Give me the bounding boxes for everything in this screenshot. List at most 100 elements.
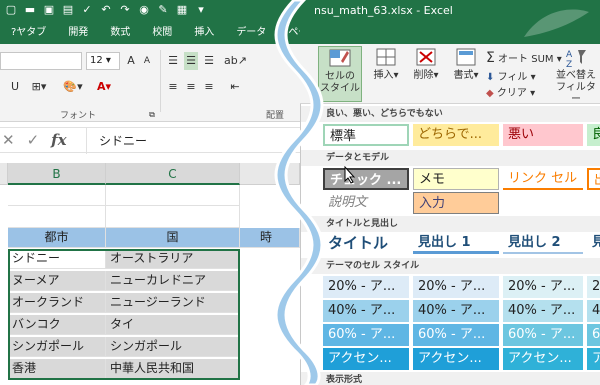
shrink-font-icon[interactable]: A [140,52,154,70]
style-40-accent3[interactable]: 40% - ア... [503,300,583,322]
indent-icon[interactable]: ⇤ [224,78,246,96]
underline-icon[interactable]: U [6,78,24,96]
align-middle-icon[interactable]: ☰ [184,52,198,70]
grow-font-icon[interactable]: A [124,52,138,70]
print-icon[interactable]: ▤ [61,3,75,17]
sort-filter-button[interactable]: A Z 並べ替え フィルター [554,46,598,105]
style-accent3[interactable]: アクセン... [503,348,583,370]
city-cell[interactable]: 香港 [8,359,106,379]
cell[interactable] [106,206,240,228]
style-input[interactable]: 入力 [413,192,499,214]
align-center-icon[interactable]: ≡ [184,78,198,96]
tab-developer[interactable]: 開発 [57,22,99,44]
style-accent2[interactable]: アクセン... [413,348,499,370]
fill-button[interactable]: ⬇ フィル ▾ [486,68,536,83]
tab-review[interactable]: 校閲 [141,22,183,44]
autosum-button[interactable]: Σ オート SUM ▾ [486,50,562,66]
style-good[interactable]: 良 [587,124,600,146]
style-20-accent4[interactable]: 2 [587,276,600,298]
align-bottom-icon[interactable]: ☰ [202,52,216,70]
style-60-accent1[interactable]: 60% - ア... [323,324,409,346]
font-dialog-launcher-icon[interactable]: ⧉ [146,106,158,124]
city-cell[interactable]: オークランド [8,293,106,313]
style-40-accent4[interactable]: 4 [587,300,600,322]
orientation-icon[interactable]: ab↗ [224,52,247,70]
style-60-accent2[interactable]: 60% - ア... [413,324,499,346]
tab-formulas[interactable]: 数式 [99,22,141,44]
country-cell[interactable]: タイ [106,315,240,335]
font-color-icon[interactable]: A▾ [92,78,116,96]
tab-mytab[interactable]: ?ヤタブ [0,22,57,44]
header-cell-city[interactable]: 都市 [8,228,106,248]
style-20-accent3[interactable]: 20% - ア... [503,276,583,298]
fill-color-icon[interactable]: 🎨▾ [60,78,86,96]
cell[interactable] [8,206,106,228]
style-heading-2[interactable]: 見出し 2 [503,232,583,254]
country-cell[interactable]: 中華人民共和国 [106,359,240,379]
city-cell[interactable]: バンコク [8,315,106,335]
format-button[interactable]: 書式▾ [444,46,488,102]
cell-styles-button[interactable]: セルの スタイル [318,46,362,102]
city-cell[interactable]: シドニー [8,249,106,269]
redo-icon[interactable]: ↷ [118,3,132,17]
style-heading-3[interactable]: 見 [587,232,600,254]
style-explanatory[interactable]: 説明文 [323,192,409,214]
insert-function-icon[interactable]: fx [51,131,66,149]
insert-button[interactable]: 挿入▾ [364,46,408,102]
style-20-accent1[interactable]: 20% - ア... [323,276,409,298]
city-cell[interactable]: ヌーメア [8,271,106,291]
save-icon[interactable]: ▣ [42,3,56,17]
style-20-accent2[interactable]: 20% - ア... [413,276,499,298]
camera-icon[interactable]: ◉ [137,3,151,17]
tab-insert[interactable]: 挿入 [183,22,225,44]
align-right-icon[interactable]: ≡ [202,78,216,96]
font-name-box[interactable] [0,52,82,70]
new-file-icon[interactable]: ▢ [4,3,18,17]
cancel-icon[interactable]: ✕ [2,131,15,149]
chevron-down-icon[interactable]: ▾ [194,3,208,17]
style-40-accent1[interactable]: 40% - ア... [323,300,409,322]
cell[interactable] [8,185,106,206]
format-painter-icon[interactable]: ✎ [156,3,170,17]
style-heading-1[interactable]: 見出し 1 [413,232,499,254]
delete-button[interactable]: 削除▾ [404,46,448,102]
align-top-icon[interactable]: ☰ [166,52,180,70]
style-title[interactable]: タイトル [323,232,409,254]
font-size-box[interactable]: 12 ▾ [86,52,120,70]
country-cell[interactable]: オーストラリア [106,249,240,269]
style-60-accent3[interactable]: 60% - ア... [503,324,583,346]
country-cell[interactable]: シンガポール [106,337,240,357]
formula-input[interactable]: シドニー [86,128,300,154]
open-folder-icon[interactable]: ▬ [23,3,37,17]
align-left-icon[interactable]: ≡ [166,78,180,96]
style-accent1[interactable]: アクセン... [323,348,409,370]
paste-icon[interactable]: ▦ [175,3,189,17]
style-40-accent2[interactable]: 40% - ア... [413,300,499,322]
row-header-corner[interactable] [0,163,8,185]
clear-button[interactable]: ◆ クリア ▾ [486,84,535,99]
borders-icon[interactable]: ⊞▾ [28,78,50,96]
country-cell[interactable]: ニューカレドニア [106,271,240,291]
header-cell-country[interactable]: 国 [106,228,240,248]
style-bad[interactable]: 悪い [503,124,583,146]
style-neutral[interactable]: どちらで... [413,124,499,146]
tab-data[interactable]: データ [225,22,277,44]
style-note[interactable]: メモ [413,168,499,190]
undo-icon[interactable]: ↶ [99,3,113,17]
spellcheck-icon[interactable]: ✓ [80,3,94,17]
city-cell[interactable]: シンガポール [8,337,106,357]
style-check-cell[interactable]: チェック ... [323,168,409,190]
style-linked-cell[interactable]: リンク セル [503,168,583,190]
style-output[interactable]: 出 [587,168,600,190]
header-cell-time[interactable]: 時 [240,228,300,248]
country-cell[interactable]: ニュージーランド [106,293,240,313]
tab-page[interactable]: ペー [277,22,300,44]
enter-icon[interactable]: ✓ [27,131,40,149]
style-normal[interactable]: 標準 [323,124,409,146]
column-header-c[interactable]: C [106,163,240,185]
column-header-d[interactable] [240,163,300,185]
cell[interactable] [106,185,240,206]
style-60-accent4[interactable]: 6 [587,324,600,346]
style-accent4[interactable]: ア [587,348,600,370]
column-header-b[interactable]: B [8,163,106,185]
